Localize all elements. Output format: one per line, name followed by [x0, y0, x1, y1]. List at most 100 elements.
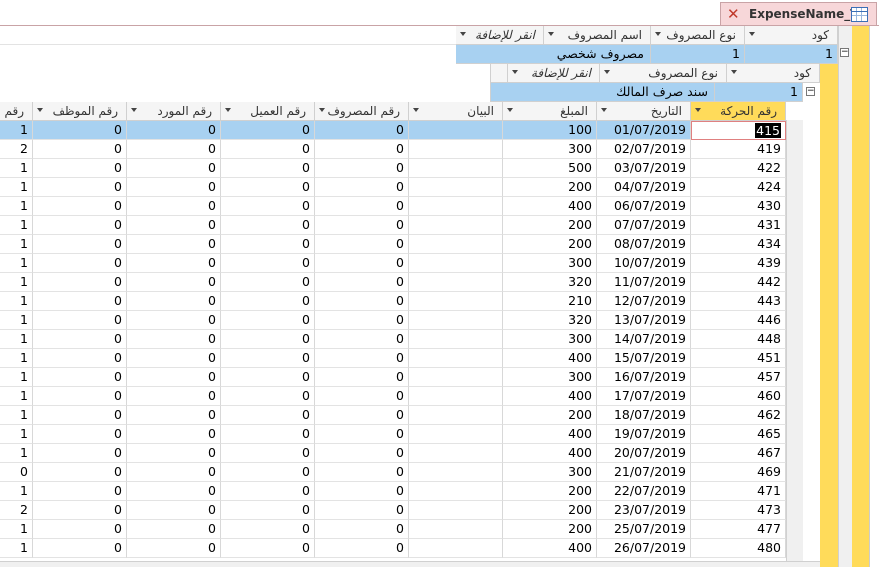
table-cell-col-number[interactable]: 1 [0, 273, 33, 292]
table-cell-col-employee-no[interactable]: 0 [33, 482, 127, 501]
table-cell-col-customer-no[interactable]: 0 [221, 235, 315, 254]
table-cell-col-description[interactable] [409, 349, 503, 368]
dropdown-arrow-icon[interactable] [225, 108, 231, 112]
table-cell-col-customer-no[interactable]: 0 [221, 121, 315, 140]
table-cell-col-customer-no[interactable]: 0 [221, 216, 315, 235]
table-cell-col-date[interactable]: 03/07/2019 [597, 159, 691, 178]
close-icon[interactable]: ✕ [727, 5, 740, 23]
table-cell-col-supplier-no[interactable]: 0 [127, 273, 221, 292]
table-cell-col-customer-no[interactable]: 0 [221, 520, 315, 539]
table-cell-col-transaction-no[interactable]: 451 [691, 349, 786, 368]
table-cell-col-expense-no[interactable]: 0 [315, 254, 409, 273]
table-cell-col-amount[interactable]: 300 [503, 463, 597, 482]
table-cell-col-date[interactable]: 25/07/2019 [597, 520, 691, 539]
table-cell-col-amount[interactable]: 500 [503, 159, 597, 178]
table-cell-col-amount[interactable]: 400 [503, 539, 597, 558]
table-cell-col-transaction-no[interactable]: 415 [691, 121, 786, 140]
table-cell-col-description[interactable] [409, 368, 503, 387]
table-row[interactable]: 460 17/07/2019 400 0 0 0 0 1 [0, 387, 786, 406]
table-cell-col-expense-no[interactable]: 0 [315, 387, 409, 406]
table-cell-col-date[interactable]: 16/07/2019 [597, 368, 691, 387]
table-cell-col-number[interactable]: 1 [0, 235, 33, 254]
table-cell-col-customer-no[interactable]: 0 [221, 444, 315, 463]
table-row[interactable]: 477 25/07/2019 200 0 0 0 0 1 [0, 520, 786, 539]
table-row[interactable]: 473 23/07/2019 200 0 0 0 0 2 [0, 501, 786, 520]
table-row[interactable]: 480 26/07/2019 400 0 0 0 0 1 [0, 539, 786, 558]
dropdown-arrow-icon[interactable] [749, 32, 755, 36]
table-cell-col-amount[interactable]: 320 [503, 273, 597, 292]
table-cell-col-date[interactable]: 19/07/2019 [597, 425, 691, 444]
level3-header-col-amount[interactable]: المبلغ [503, 102, 597, 121]
table-cell-col-number[interactable]: 1 [0, 406, 33, 425]
table-cell-col-employee-no[interactable]: 0 [33, 425, 127, 444]
dropdown-arrow-icon[interactable] [37, 108, 43, 112]
table-cell-col-amount[interactable]: 210 [503, 292, 597, 311]
table-row[interactable]: 415 01/07/2019 100 0 0 0 0 1 [0, 121, 786, 140]
table-row[interactable]: 471 22/07/2019 200 0 0 0 0 1 [0, 482, 786, 501]
table-cell-col-transaction-no[interactable]: 469 [691, 463, 786, 482]
table-cell-col-number[interactable]: 1 [0, 368, 33, 387]
table-cell-col-transaction-no[interactable]: 477 [691, 520, 786, 539]
table-cell-col-description[interactable] [409, 254, 503, 273]
table-cell-col-employee-no[interactable]: 0 [33, 254, 127, 273]
level3-header-col-transaction-no[interactable]: رقم الحركة [691, 102, 786, 121]
table-cell-col-customer-no[interactable]: 0 [221, 482, 315, 501]
dropdown-arrow-icon[interactable] [601, 108, 607, 112]
table-cell-col-transaction-no[interactable]: 467 [691, 444, 786, 463]
table-cell-col-customer-no[interactable]: 0 [221, 159, 315, 178]
table-cell-col-number[interactable]: 0 [0, 463, 33, 482]
table-cell-col-expense-no[interactable]: 0 [315, 463, 409, 482]
table-cell-col-supplier-no[interactable]: 0 [127, 121, 221, 140]
table-cell-col-customer-no[interactable]: 0 [221, 330, 315, 349]
table-cell-col-supplier-no[interactable]: 0 [127, 463, 221, 482]
table-row[interactable]: 448 14/07/2019 300 0 0 0 0 1 [0, 330, 786, 349]
table-cell-col-amount[interactable]: 100 [503, 121, 597, 140]
level2-header-col-code[interactable]: كود [727, 64, 820, 83]
table-cell-col-number[interactable]: 1 [0, 520, 33, 539]
table-cell-col-description[interactable] [409, 140, 503, 159]
table-cell-col-expense-no[interactable]: 0 [315, 216, 409, 235]
collapse-icon-level2[interactable]: − [806, 87, 815, 96]
dropdown-arrow-icon[interactable] [131, 108, 137, 112]
table-cell-col-amount[interactable]: 200 [503, 406, 597, 425]
table-cell-col-date[interactable]: 02/07/2019 [597, 140, 691, 159]
table-cell-col-transaction-no[interactable]: 460 [691, 387, 786, 406]
table-cell-col-supplier-no[interactable]: 0 [127, 349, 221, 368]
table-cell-col-amount[interactable]: 400 [503, 444, 597, 463]
table-cell-col-expense-no[interactable]: 0 [315, 482, 409, 501]
table-row[interactable]: 457 16/07/2019 300 0 0 0 0 1 [0, 368, 786, 387]
table-cell-col-description[interactable] [409, 159, 503, 178]
table-cell-col-customer-no[interactable]: 0 [221, 349, 315, 368]
level1-cell-code[interactable]: 1 [745, 45, 838, 64]
table-cell-col-description[interactable] [409, 463, 503, 482]
table-cell-col-amount[interactable]: 400 [503, 349, 597, 368]
table-cell-col-number[interactable]: 1 [0, 330, 33, 349]
table-row[interactable]: 462 18/07/2019 200 0 0 0 0 1 [0, 406, 786, 425]
table-cell-col-amount[interactable]: 320 [503, 311, 597, 330]
table-cell-col-employee-no[interactable]: 0 [33, 349, 127, 368]
table-row[interactable]: 439 10/07/2019 300 0 0 0 0 1 [0, 254, 786, 273]
table-cell-col-number[interactable]: 1 [0, 254, 33, 273]
table-cell-col-amount[interactable]: 200 [503, 520, 597, 539]
table-cell-col-supplier-no[interactable]: 0 [127, 140, 221, 159]
level3-header-col-expense-no[interactable]: رقم المصروف [315, 102, 409, 121]
level1-header-col-expense-type[interactable]: نوع المصروف [651, 26, 745, 45]
table-row[interactable]: 469 21/07/2019 300 0 0 0 0 0 [0, 463, 786, 482]
table-cell-col-transaction-no[interactable]: 448 [691, 330, 786, 349]
table-cell-col-amount[interactable]: 200 [503, 501, 597, 520]
table-cell-col-supplier-no[interactable]: 0 [127, 216, 221, 235]
table-row[interactable]: 442 11/07/2019 320 0 0 0 0 1 [0, 273, 786, 292]
table-cell-col-customer-no[interactable]: 0 [221, 539, 315, 558]
table-cell-col-expense-no[interactable]: 0 [315, 330, 409, 349]
table-cell-col-employee-no[interactable]: 0 [33, 140, 127, 159]
table-row[interactable]: 419 02/07/2019 300 0 0 0 0 2 [0, 140, 786, 159]
dropdown-arrow-icon[interactable] [695, 108, 701, 112]
level1-cell-type[interactable]: 1 [651, 45, 745, 64]
table-cell-col-amount[interactable]: 200 [503, 178, 597, 197]
table-cell-col-transaction-no[interactable]: 424 [691, 178, 786, 197]
dropdown-arrow-icon[interactable] [604, 70, 610, 74]
table-row[interactable]: 443 12/07/2019 210 0 0 0 0 1 [0, 292, 786, 311]
table-cell-col-description[interactable] [409, 121, 503, 140]
table-row[interactable]: 434 08/07/2019 200 0 0 0 0 1 [0, 235, 786, 254]
table-cell-col-date[interactable]: 26/07/2019 [597, 539, 691, 558]
